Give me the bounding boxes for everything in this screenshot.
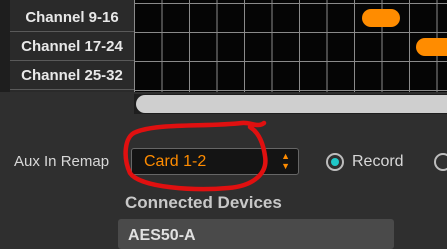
red-circle-annotation — [123, 120, 268, 192]
record-radio-label[interactable]: Record — [352, 153, 404, 171]
matrix-row-label: Channel 25-32 — [10, 61, 134, 90]
aux-in-remap-label: Aux In Remap — [14, 153, 110, 170]
matrix-row-label: Channel 9-16 — [10, 3, 134, 32]
routing-grid[interactable] — [134, 0, 447, 92]
routing-point-active[interactable] — [416, 38, 447, 56]
matrix-row-label: Channel 17-24 — [10, 32, 134, 61]
connected-devices-list[interactable]: AES50-A — [118, 219, 394, 249]
record-radio[interactable] — [326, 153, 344, 171]
secondary-radio[interactable] — [434, 153, 447, 171]
record-radio-selected-dot — [331, 158, 339, 166]
updown-arrows-icon: ▲ ▼ — [281, 151, 290, 171]
horizontal-scrollbar-thumb[interactable] — [136, 95, 447, 113]
matrix-row-labels: Channel 9-16 Channel 17-24 Channel 25-32 — [10, 0, 134, 92]
connected-devices-title: Connected Devices — [125, 193, 282, 212]
routing-point-active[interactable] — [362, 9, 400, 27]
device-item[interactable]: AES50-A — [128, 227, 196, 245]
routing-matrix: Channel 9-16 Channel 17-24 Channel 25-32 — [0, 0, 447, 92]
